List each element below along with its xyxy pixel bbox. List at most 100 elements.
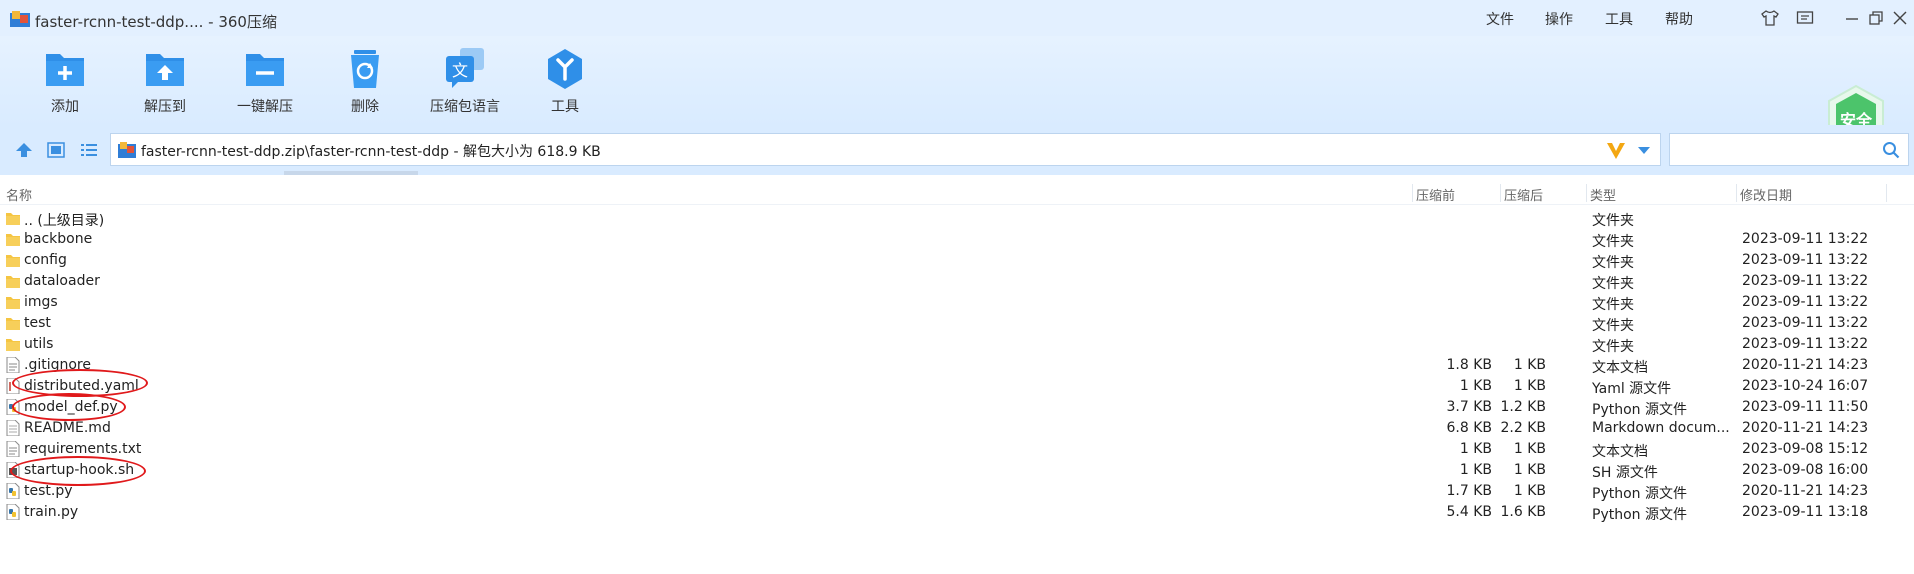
folder-icon	[6, 273, 20, 289]
title-bar: faster-rcnn-test-ddp.... - 360压缩 文件 操作 工…	[0, 0, 1914, 36]
file-size-before: 1 KB	[1459, 462, 1492, 478]
list-view-icon[interactable]	[79, 141, 99, 159]
one-click-extract-icon	[246, 54, 284, 86]
python-file-icon	[6, 482, 20, 500]
python-file-icon	[6, 398, 20, 416]
file-row[interactable]: requirements.txt 1 KB 1 KB 文本文档 2023-09-08 1…	[0, 439, 1914, 460]
path-field[interactable]: faster-rcnn-test-ddp.zip\faster-rcnn-tes…	[110, 133, 1661, 166]
delete-button[interactable]: 删除	[320, 46, 410, 116]
file-name: README.md	[24, 420, 111, 436]
file-type: 文件夹	[1592, 339, 1634, 355]
text-file-icon	[6, 440, 20, 458]
file-name: dataloader	[24, 273, 100, 289]
archive-language-label: 压缩包语言	[430, 99, 500, 115]
file-type: 文件夹	[1592, 318, 1634, 334]
file-modified-date: 2023-09-08 16:00	[1742, 462, 1869, 478]
feedback-icon[interactable]	[1796, 10, 1814, 26]
file-name: startup-hook.sh	[24, 462, 135, 478]
window-title: faster-rcnn-test-ddp.... - 360压缩	[35, 13, 277, 31]
column-divider[interactable]	[1736, 184, 1737, 202]
file-row[interactable]: test 文件夹 2023-09-11 13:22	[0, 313, 1914, 334]
close-icon[interactable]	[1891, 10, 1909, 26]
file-size-after: 1 KB	[1513, 483, 1546, 499]
file-size-after: 1 KB	[1513, 441, 1546, 457]
file-size-after: 1.6 KB	[1500, 504, 1547, 520]
file-row[interactable]: .gitignore 1.8 KB 1 KB 文本文档 2020-11-21 14:23	[0, 355, 1914, 376]
minimize-icon[interactable]	[1843, 10, 1861, 26]
file-modified-date: 2023-10-24 16:07	[1742, 378, 1869, 394]
file-modified-date: 2023-09-11 13:22	[1742, 315, 1869, 331]
file-modified-date: 2023-09-11 11:50	[1742, 399, 1869, 415]
search-input[interactable]	[1669, 133, 1909, 166]
up-level-icon[interactable]	[14, 141, 34, 159]
file-size-before: 6.8 KB	[1446, 420, 1493, 436]
column-divider[interactable]	[1586, 184, 1587, 202]
one-click-extract-button[interactable]: 一键解压	[220, 46, 310, 116]
toolbar: 添加 解压到 一键解压 删除 文 压缩包语言 工具 安全	[0, 36, 1914, 152]
file-modified-date: 2023-09-11 13:22	[1742, 336, 1869, 352]
file-modified-date: 2023-09-11 13:18	[1742, 504, 1869, 520]
chevron-down-icon[interactable]	[1638, 147, 1650, 155]
file-type: SH 源文件	[1592, 465, 1658, 481]
file-modified-date: 2023-09-11 13:22	[1742, 294, 1869, 310]
file-name: utils	[24, 336, 54, 352]
file-row[interactable]: dataloader 文件夹 2023-09-11 13:22	[0, 271, 1914, 292]
column-divider[interactable]	[1412, 184, 1413, 202]
file-row[interactable]: test.py 1.7 KB 1 KB Python 源文件 2020-11-21 14…	[0, 481, 1914, 502]
search-icon[interactable]	[1882, 141, 1900, 159]
skin-shirt-icon[interactable]	[1761, 10, 1779, 26]
folder-icon	[6, 315, 20, 331]
file-name: config	[24, 252, 67, 268]
file-name: test.py	[24, 483, 73, 499]
add-icon	[46, 54, 84, 86]
file-type: 文件夹	[1592, 276, 1634, 292]
file-row[interactable]: model_def.py 3.7 KB 1.2 KB Python 源文件 2023-0…	[0, 397, 1914, 418]
file-row[interactable]: imgs 文件夹 2023-09-11 13:22	[0, 292, 1914, 313]
menu-operation[interactable]: 操作	[1545, 9, 1573, 29]
text-file-icon	[6, 356, 20, 374]
language-icon: 文	[446, 48, 484, 88]
column-divider[interactable]	[1500, 184, 1501, 202]
menu-file[interactable]: 文件	[1486, 9, 1514, 29]
extract-to-button[interactable]: 解压到	[120, 46, 210, 116]
file-name: backbone	[24, 231, 93, 247]
column-after[interactable]: 压缩后	[1504, 185, 1543, 204]
archive-language-button[interactable]: 文 压缩包语言	[420, 46, 510, 116]
horizontal-scroll-thumb[interactable]	[284, 171, 418, 175]
file-size-before: 3.7 KB	[1446, 399, 1493, 415]
column-type[interactable]: 类型	[1590, 185, 1616, 204]
add-button[interactable]: 添加	[20, 46, 110, 116]
file-name: .. (上级目录)	[24, 213, 105, 229]
file-row[interactable]: train.py 5.4 KB 1.6 KB Python 源文件 2023-09-11…	[0, 502, 1914, 523]
file-type: 文件夹	[1592, 213, 1634, 229]
path-text: faster-rcnn-test-ddp.zip\faster-rcnn-tes…	[141, 144, 601, 160]
file-name: model_def.py	[24, 399, 118, 415]
file-row[interactable]: .. (上级目录) 文件夹	[0, 208, 1914, 229]
column-divider[interactable]	[1886, 184, 1887, 202]
file-size-after: 2.2 KB	[1500, 420, 1547, 436]
file-modified-date: 2020-11-21 14:23	[1742, 483, 1869, 499]
file-modified-date: 2023-09-11 13:22	[1742, 252, 1869, 268]
file-row[interactable]: config 文件夹 2023-09-11 13:22	[0, 250, 1914, 271]
tools-button[interactable]: 工具	[520, 46, 610, 116]
v-badge-icon[interactable]	[1605, 141, 1627, 161]
thumbnail-view-icon[interactable]	[46, 141, 66, 159]
zip-archive-icon	[118, 142, 136, 158]
menu-tools[interactable]: 工具	[1605, 9, 1633, 29]
app-logo-icon	[10, 11, 30, 27]
file-modified-date: 2020-11-21 14:23	[1742, 357, 1869, 373]
file-row[interactable]: startup-hook.sh 1 KB 1 KB SH 源文件 2023-09-08 …	[0, 460, 1914, 481]
file-size-before: 1 KB	[1459, 378, 1492, 394]
menu-help[interactable]: 帮助	[1665, 9, 1693, 29]
yaml-file-icon	[6, 377, 20, 395]
address-bar: faster-rcnn-test-ddp.zip\faster-rcnn-tes…	[0, 125, 1914, 175]
file-row[interactable]: distributed.yaml 1 KB 1 KB Yaml 源文件 2023-10-…	[0, 376, 1914, 397]
restore-icon[interactable]	[1867, 10, 1885, 26]
column-before[interactable]: 压缩前	[1416, 185, 1455, 204]
file-row[interactable]: README.md 6.8 KB 2.2 KB Markdown docum... 20…	[0, 418, 1914, 439]
column-name[interactable]: 名称	[6, 185, 32, 204]
column-modified[interactable]: 修改日期	[1740, 185, 1792, 204]
file-row[interactable]: backbone 文件夹 2023-09-11 13:22	[0, 229, 1914, 250]
file-size-after: 1 KB	[1513, 378, 1546, 394]
file-row[interactable]: utils 文件夹 2023-09-11 13:22	[0, 334, 1914, 355]
